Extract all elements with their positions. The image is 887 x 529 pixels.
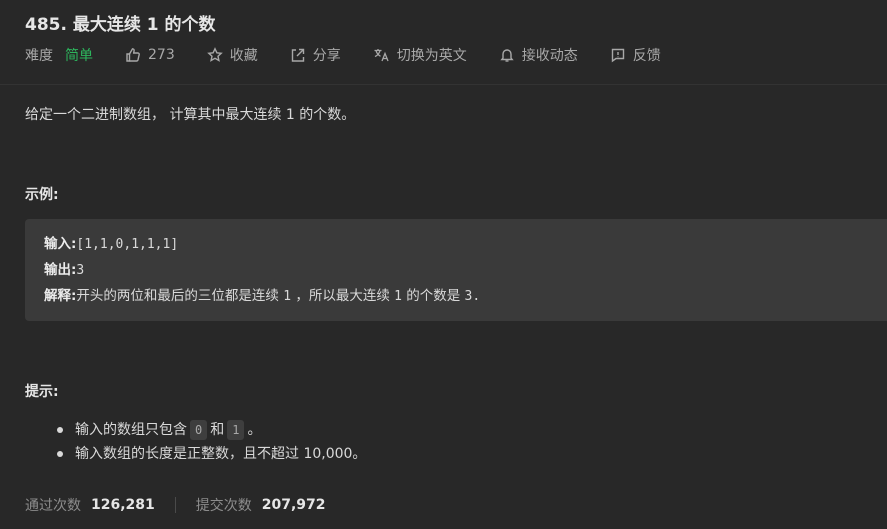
input-value: [1,1,0,1,1,1] bbox=[76, 237, 179, 252]
difficulty-value: 简单 bbox=[65, 48, 93, 64]
explain-text-1: 开头的两位和最后的三位都是连续 bbox=[76, 288, 284, 304]
submitted-value: 207,972 bbox=[261, 497, 326, 513]
example-output-line: 输出:3 bbox=[44, 257, 887, 283]
accepted-label: 通过次数 bbox=[25, 498, 81, 514]
bell-icon bbox=[500, 49, 514, 62]
explain-label: 解释: bbox=[44, 288, 77, 304]
translate-icon bbox=[374, 49, 389, 62]
example-explain-line: 解释:开头的两位和最后的三位都是连续 1 ，所以最大连续 1 的个数是 3. bbox=[44, 283, 887, 309]
accepted-value: 126,281 bbox=[91, 497, 155, 513]
explain-code-2: 1 bbox=[394, 289, 402, 304]
like-count: 273 bbox=[148, 47, 175, 63]
output-value: 3 bbox=[76, 263, 85, 278]
explain-text-2: ，所以最大连续 bbox=[291, 288, 395, 304]
explain-text-3: 的个数是 bbox=[401, 288, 465, 304]
hint1-suffix: 。 bbox=[247, 422, 262, 438]
notify-button[interactable]: 接收动态 bbox=[499, 45, 578, 65]
output-label: 输出: bbox=[44, 262, 77, 278]
code-chip-1: 1 bbox=[227, 420, 245, 440]
switch-language-button[interactable]: 切换为英文 bbox=[373, 45, 467, 65]
input-label: 输入: bbox=[44, 236, 77, 252]
hints-heading: 提示: bbox=[25, 384, 59, 400]
hint1-prefix: 输入的数组只包含 bbox=[75, 422, 187, 438]
thumbs-up-icon bbox=[126, 48, 140, 62]
feedback-button[interactable]: 反馈 bbox=[610, 45, 661, 65]
share-icon bbox=[291, 48, 304, 62]
problem-description: 给定一个二进制数组， 计算其中最大连续 1 的个数。 bbox=[25, 107, 356, 123]
notify-label: 接收动态 bbox=[521, 48, 578, 64]
problem-toolbar: 难度 简单 273 收藏 分享 切换为英文 接收动态 反馈 bbox=[25, 44, 693, 66]
like-button[interactable]: 273 bbox=[125, 47, 175, 63]
feedback-icon bbox=[611, 48, 624, 63]
stats-divider bbox=[174, 497, 176, 513]
share-button[interactable]: 分享 bbox=[290, 45, 341, 65]
example-input-line: 输入:[1,1,0,1,1,1] bbox=[44, 231, 887, 257]
hint1-mid: 和 bbox=[210, 422, 225, 438]
switch-language-label: 切换为英文 bbox=[396, 48, 467, 64]
example-heading: 示例: bbox=[25, 187, 59, 203]
problem-title: 485. 最大连续 1 的个数 bbox=[25, 15, 216, 35]
collect-label: 收藏 bbox=[229, 48, 258, 64]
explain-code-3: 3. bbox=[464, 289, 481, 304]
submitted-label: 提交次数 bbox=[195, 498, 252, 514]
example-block: 输入:[1,1,0,1,1,1] 输出:3 解释:开头的两位和最后的三位都是连续… bbox=[25, 219, 887, 321]
code-chip-0: 0 bbox=[190, 420, 208, 440]
hints-list: 输入的数组只包含 0 和 1。 输入数组的长度是正整数，且不超过 10,000。 bbox=[47, 418, 366, 466]
difficulty: 难度 简单 bbox=[25, 45, 93, 65]
feedback-label: 反馈 bbox=[632, 48, 661, 64]
collect-button[interactable]: 收藏 bbox=[206, 45, 258, 65]
list-item: 输入数组的长度是正整数，且不超过 10,000。 bbox=[47, 442, 366, 466]
list-item: 输入的数组只包含 0 和 1。 bbox=[47, 418, 366, 442]
star-icon bbox=[206, 47, 223, 62]
explain-code-1: 1 bbox=[283, 289, 292, 304]
submission-stats: 通过次数 126,281 提交次数 207,972 bbox=[25, 494, 326, 516]
share-label: 分享 bbox=[312, 48, 341, 64]
header-divider bbox=[0, 84, 887, 85]
hint2-text: 输入数组的长度是正整数，且不超过 10,000。 bbox=[75, 446, 367, 462]
difficulty-label: 难度 bbox=[25, 48, 53, 64]
